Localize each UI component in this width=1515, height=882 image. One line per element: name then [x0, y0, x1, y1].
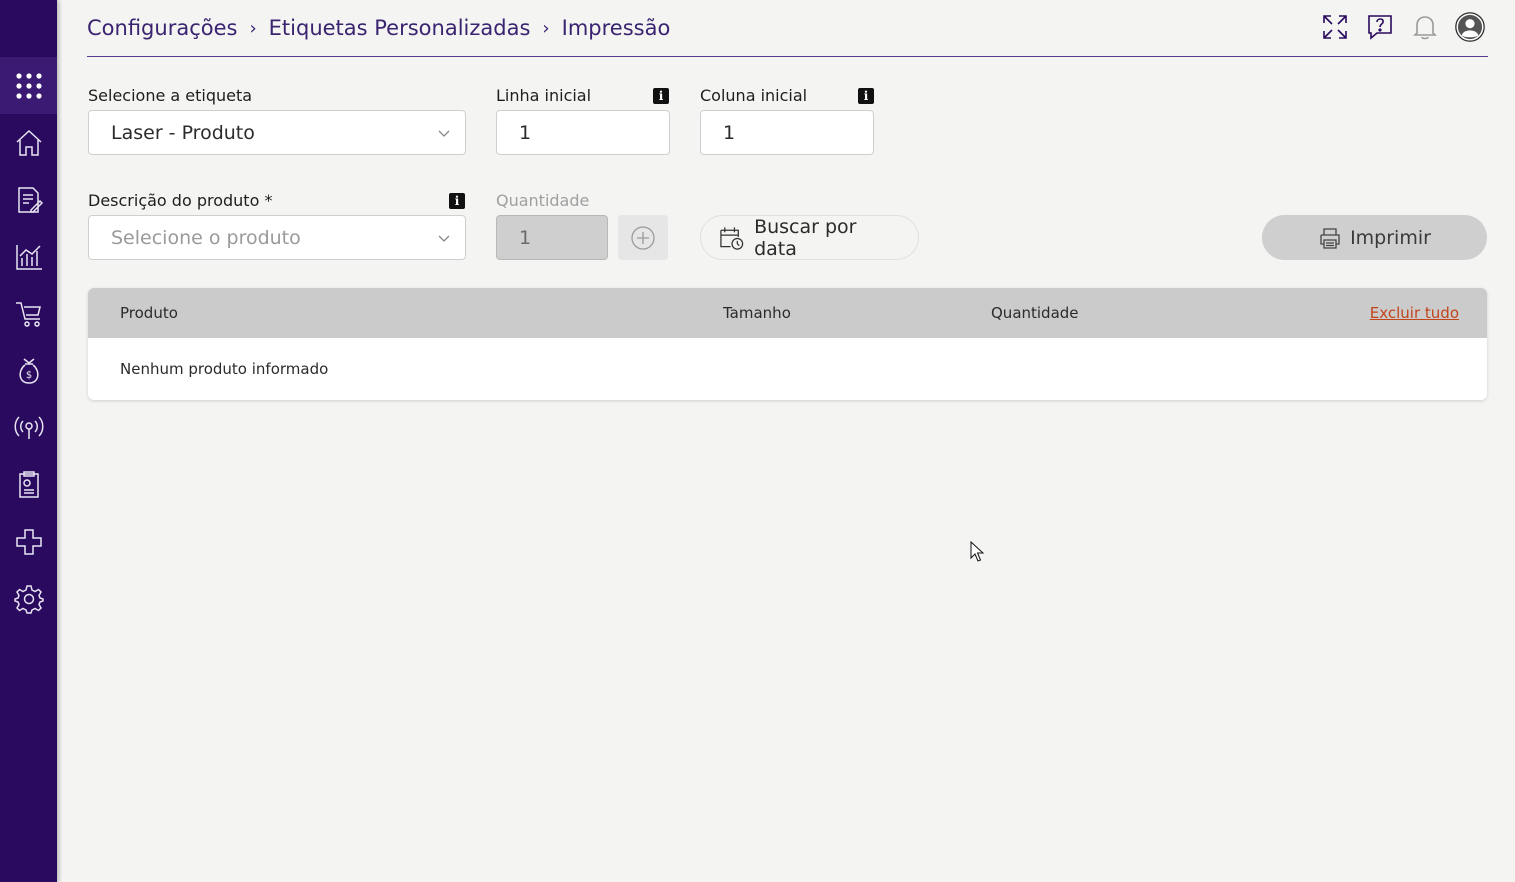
etiqueta-select[interactable]: Laser - Produto	[88, 110, 466, 155]
breadcrumb-item-configuracoes[interactable]: Configurações	[87, 16, 237, 40]
apps-grid-icon[interactable]	[0, 57, 57, 114]
coluna-inicial-input[interactable]: 1	[700, 110, 874, 155]
help-chat-icon[interactable]	[1362, 9, 1398, 45]
products-table: Produto Tamanho Quantidade Excluir tudo …	[88, 288, 1487, 400]
bar-chart-icon[interactable]	[0, 228, 57, 285]
empty-table-message: Nenhum produto informado	[120, 360, 329, 378]
info-icon[interactable]: i	[858, 88, 874, 104]
linha-inicial-input[interactable]: 1	[496, 110, 670, 155]
imprimir-label: Imprimir	[1350, 226, 1431, 249]
bell-icon[interactable]	[1407, 9, 1443, 45]
chevron-right-icon: ›	[542, 17, 550, 39]
linha-inicial-value: 1	[519, 121, 532, 144]
chevron-down-icon	[438, 130, 450, 137]
table-header: Produto Tamanho Quantidade Excluir tudo	[88, 288, 1487, 338]
integration-icon[interactable]	[0, 513, 57, 570]
column-header-produto: Produto	[120, 304, 178, 322]
svg-text:$: $	[25, 370, 31, 381]
fullscreen-icon[interactable]	[1317, 9, 1353, 45]
column-header-tamanho: Tamanho	[723, 304, 791, 322]
breadcrumb-item-impressao: Impressão	[561, 16, 671, 40]
calendar-clock-icon	[720, 226, 744, 250]
coluna-inicial-value: 1	[723, 121, 736, 144]
broadcast-icon[interactable]	[0, 399, 57, 456]
produto-select-placeholder: Selecione o produto	[111, 226, 301, 249]
sidebar: $	[0, 0, 57, 882]
column-header-quantidade: Quantidade	[991, 304, 1079, 322]
quantidade-value: 1	[519, 226, 532, 249]
home-icon[interactable]	[0, 114, 57, 171]
report-icon[interactable]	[0, 456, 57, 513]
mouse-cursor-icon	[970, 541, 985, 562]
linha-inicial-label: Linha inicial	[496, 86, 592, 105]
info-icon[interactable]: i	[449, 193, 465, 209]
document-edit-icon[interactable]	[0, 171, 57, 228]
plus-circle-icon	[631, 225, 655, 250]
produto-label: Descrição do produto *	[88, 191, 273, 210]
produto-select[interactable]: Selecione o produto	[88, 215, 466, 260]
info-icon[interactable]: i	[653, 88, 669, 104]
add-quantity-button[interactable]	[618, 215, 668, 260]
buscar-por-data-button[interactable]: Buscar por data	[700, 215, 919, 260]
settings-gear-icon[interactable]	[0, 570, 57, 627]
coluna-inicial-label: Coluna inicial	[700, 86, 808, 105]
money-bag-icon[interactable]: $	[0, 342, 57, 399]
quantidade-label: Quantidade	[496, 191, 590, 210]
page-header: Configurações › Etiquetas Personalizadas…	[87, 0, 1488, 57]
excluir-tudo-link[interactable]: Excluir tudo	[1370, 304, 1459, 322]
quantidade-input[interactable]: 1	[496, 215, 608, 260]
imprimir-button[interactable]: Imprimir	[1262, 215, 1487, 260]
cart-icon[interactable]	[0, 285, 57, 342]
etiqueta-label: Selecione a etiqueta	[88, 86, 253, 105]
breadcrumb: Configurações › Etiquetas Personalizadas…	[87, 12, 670, 44]
chevron-right-icon: ›	[249, 17, 257, 39]
buscar-por-data-label: Buscar por data	[754, 215, 857, 260]
chevron-down-icon	[438, 235, 450, 242]
user-avatar-icon[interactable]	[1452, 9, 1488, 45]
breadcrumb-item-etiquetas[interactable]: Etiquetas Personalizadas	[269, 16, 531, 40]
printer-icon	[1320, 227, 1340, 249]
etiqueta-select-value: Laser - Produto	[111, 121, 255, 144]
header-actions	[1308, 9, 1488, 45]
